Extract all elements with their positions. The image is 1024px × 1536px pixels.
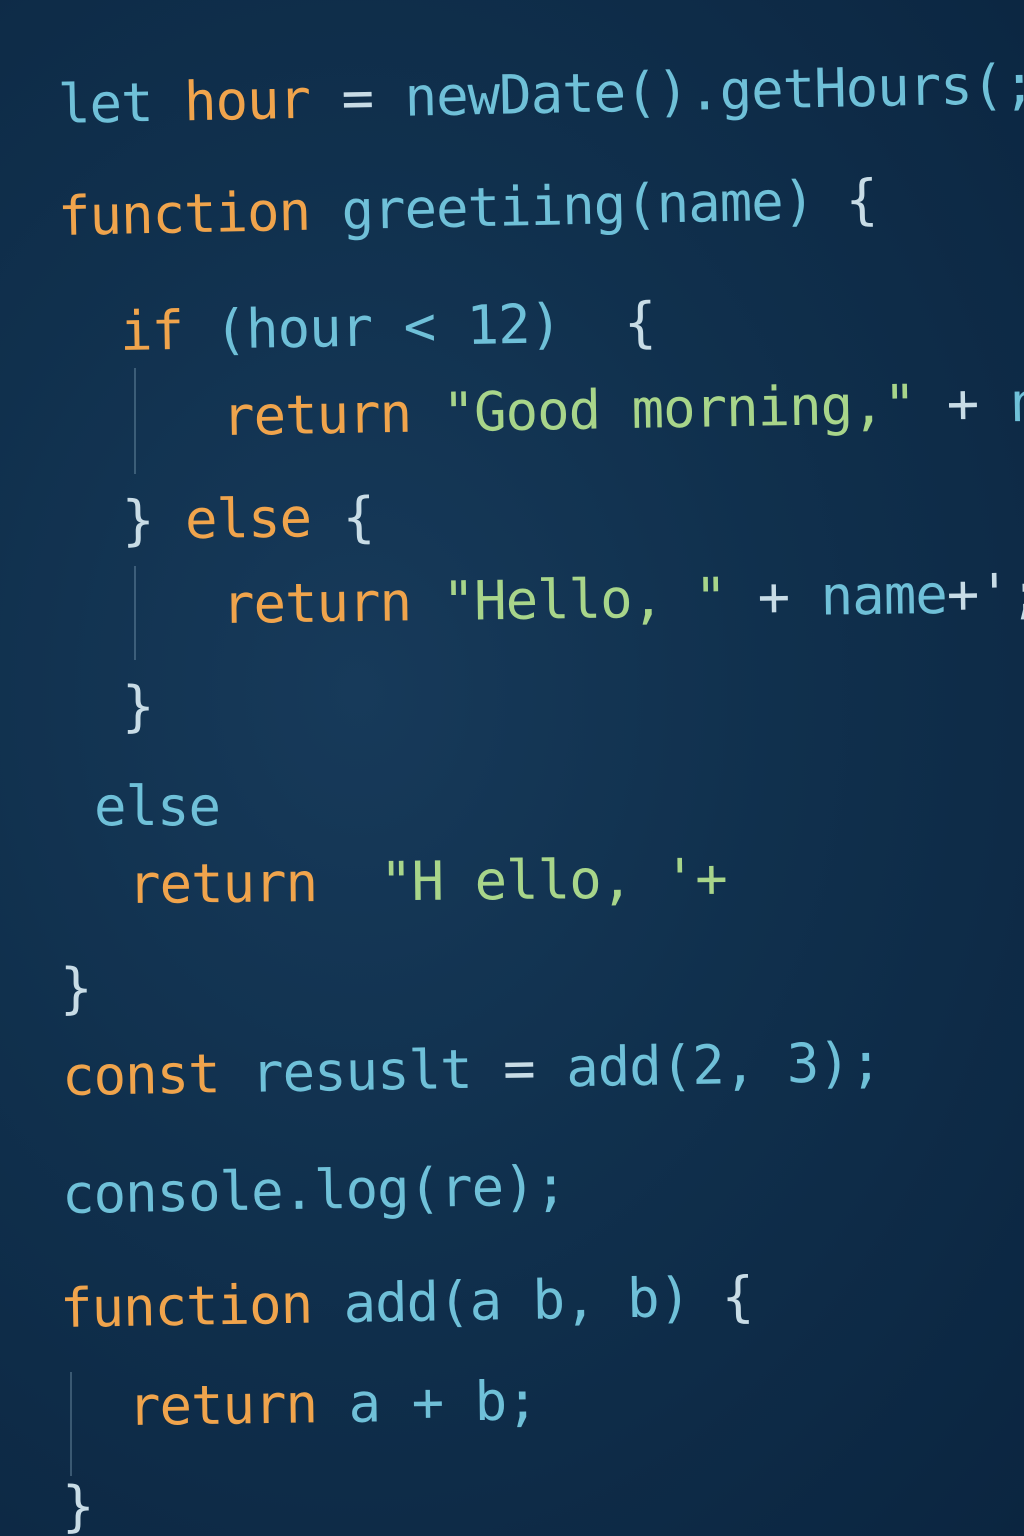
- code-token: {: [342, 485, 375, 549]
- code-line[interactable]: function add(a b, b) {: [59, 1265, 753, 1340]
- code-token: greetiing(name): [340, 168, 847, 243]
- code-token: let: [57, 70, 185, 136]
- code-token: +: [914, 371, 1011, 436]
- code-token: resuslt: [250, 1037, 473, 1105]
- code-line[interactable]: }: [122, 680, 155, 734]
- indent-guide: [70, 1372, 72, 1476]
- code-editor[interactable]: let hour = newDate().getHours(; function…: [0, 0, 1024, 1536]
- code-token: return: [221, 569, 443, 636]
- code-token: return: [127, 850, 381, 916]
- code-line[interactable]: return "Good morning," + name: [221, 369, 1024, 448]
- code-token: a + b;: [348, 1369, 539, 1435]
- code-token: if: [119, 298, 216, 363]
- code-token: +';: [946, 561, 1024, 626]
- code-token: const: [61, 1041, 252, 1108]
- code-line[interactable]: console.log(re);: [61, 1154, 566, 1226]
- code-token: console.log(re);: [61, 1154, 567, 1226]
- code-token: {: [721, 1264, 754, 1329]
- code-line[interactable]: return "H ello, '+: [128, 847, 727, 916]
- code-token: }: [60, 957, 93, 1020]
- code-token: newDate().getHours(;: [403, 52, 1024, 129]
- code-token: "Good morning,": [441, 372, 916, 445]
- code-line[interactable]: else: [94, 780, 221, 834]
- code-line[interactable]: if (hour < 12) {: [119, 291, 656, 363]
- code-token: }: [62, 1475, 95, 1536]
- code-token: name: [820, 562, 948, 628]
- code-token: return: [221, 381, 444, 448]
- code-token: hour: [183, 67, 311, 134]
- code-token: function: [59, 1272, 345, 1340]
- code-line[interactable]: const resuslt = add(2, 3);: [61, 1031, 881, 1108]
- code-token: return: [127, 1371, 349, 1438]
- code-line[interactable]: return "Hello, " + name+';: [222, 562, 1024, 636]
- indent-guide: [134, 368, 136, 474]
- code-token: {: [623, 290, 657, 355]
- code-token: "Hello, ": [442, 565, 727, 633]
- code-line[interactable]: let hour = newDate().getHours(;: [57, 53, 1024, 136]
- code-token: add(2, 3);: [565, 1030, 882, 1100]
- code-line[interactable]: function greetiing(name) {: [57, 168, 877, 248]
- code-token: add(a b, b): [343, 1265, 723, 1336]
- code-line[interactable]: return a + b;: [128, 1369, 538, 1438]
- code-token: (hour < 12): [213, 291, 625, 362]
- indent-guide: [134, 566, 136, 660]
- code-token: "H ello, '+: [379, 846, 728, 914]
- code-token: }: [121, 488, 186, 552]
- code-line[interactable]: }: [60, 962, 93, 1016]
- code-token: function: [57, 179, 343, 248]
- code-line[interactable]: }: [62, 1480, 95, 1534]
- code-token: =: [471, 1036, 567, 1101]
- code-token: }: [122, 675, 155, 738]
- code-token: {: [844, 167, 878, 232]
- code-token: else: [94, 775, 221, 838]
- code-token: =: [309, 65, 406, 131]
- code-line[interactable]: } else {: [122, 485, 375, 552]
- code-token: else: [184, 485, 344, 552]
- code-token: name: [1009, 369, 1024, 435]
- code-token: +: [725, 564, 822, 629]
